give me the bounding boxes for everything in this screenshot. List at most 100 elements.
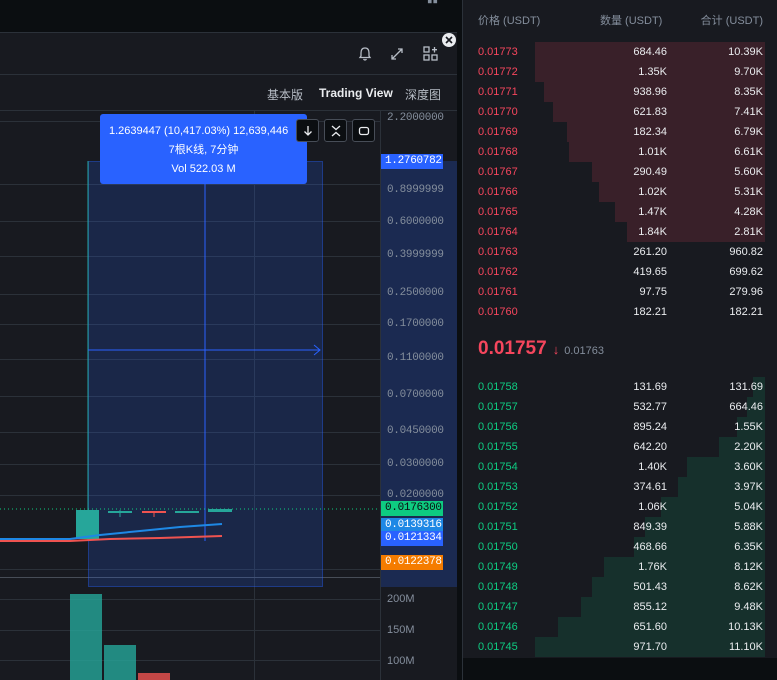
bid-total: 5.88K xyxy=(734,521,763,533)
ask-row[interactable]: 0.01771 938.96 8.35K xyxy=(463,82,777,102)
more-icon[interactable]: ▮▮ xyxy=(427,0,441,5)
ask-qty: 419.65 xyxy=(633,266,667,278)
price-tick: 0.3999999 xyxy=(387,249,444,261)
bid-total: 8.62K xyxy=(734,581,763,593)
ask-total: 6.79K xyxy=(734,126,763,138)
bid-row[interactable]: 0.01748 501.43 8.62K xyxy=(463,577,777,597)
bid-row[interactable]: 0.01750 468.66 6.35K xyxy=(463,537,777,557)
bid-row[interactable]: 0.01757 532.77 664.46 xyxy=(463,397,777,417)
bid-row[interactable]: 0.01751 849.39 5.88K xyxy=(463,517,777,537)
tab-depth-chart[interactable]: 深度图 xyxy=(405,86,441,103)
bid-qty: 971.70 xyxy=(633,641,667,653)
add-widget-icon[interactable] xyxy=(420,43,442,65)
bid-total: 10.13K xyxy=(728,621,763,633)
last-price-display[interactable]: 0.01757 ↓ 0.01763 xyxy=(478,338,604,364)
ask-row[interactable]: 0.01762 419.65 699.62 xyxy=(463,262,777,282)
ask-qty: 1.84K xyxy=(638,226,667,238)
bid-price: 0.01746 xyxy=(478,621,518,633)
candle xyxy=(175,511,199,513)
ask-total: 699.62 xyxy=(729,266,763,278)
close-icon[interactable] xyxy=(442,33,456,47)
bid-qty: 501.43 xyxy=(633,581,667,593)
bid-row[interactable]: 0.01749 1.76K 8.12K xyxy=(463,557,777,577)
volume-tick: 100M xyxy=(387,655,415,667)
volume-bar xyxy=(138,673,170,680)
bid-qty: 855.12 xyxy=(633,601,667,613)
auto-scale-button[interactable] xyxy=(324,119,347,142)
ask-row[interactable]: 0.01772 1.35K 9.70K xyxy=(463,62,777,82)
ask-row[interactable]: 0.01761 97.75 279.96 xyxy=(463,282,777,302)
bid-row[interactable]: 0.01758 131.69 131.69 xyxy=(463,377,777,397)
volume-bar xyxy=(70,594,102,680)
header-qty: 数量 (USDT) xyxy=(600,15,663,27)
ask-row[interactable]: 0.01764 1.84K 2.81K xyxy=(463,222,777,242)
chart-overlay-svg xyxy=(0,161,380,680)
ask-price: 0.01771 xyxy=(478,86,518,98)
reset-chart-button[interactable] xyxy=(352,119,375,142)
ask-row[interactable]: 0.01773 684.46 10.39K xyxy=(463,42,777,62)
ask-row[interactable]: 0.01769 182.34 6.79K xyxy=(463,122,777,142)
ask-row[interactable]: 0.01768 1.01K 6.61K xyxy=(463,142,777,162)
bid-qty: 895.24 xyxy=(633,421,667,433)
bid-price: 0.01747 xyxy=(478,601,518,613)
bid-qty: 374.61 xyxy=(633,481,667,493)
bid-qty: 651.60 xyxy=(633,621,667,633)
ask-row[interactable]: 0.01763 261.20 960.82 xyxy=(463,242,777,262)
ask-total: 4.28K xyxy=(734,206,763,218)
ask-row[interactable]: 0.01767 290.49 5.60K xyxy=(463,162,777,182)
ma3-price-tag: 0.0122378 xyxy=(381,555,443,570)
scroll-down-button[interactable] xyxy=(296,119,319,142)
ask-total: 6.61K xyxy=(734,146,763,158)
ask-qty: 1.35K xyxy=(638,66,667,78)
bid-total: 6.35K xyxy=(734,541,763,553)
ask-qty: 938.96 xyxy=(633,86,667,98)
ask-total: 5.31K xyxy=(734,186,763,198)
volume-tick: 150M xyxy=(387,624,415,636)
bid-qty: 642.20 xyxy=(633,441,667,453)
ask-row[interactable]: 0.01765 1.47K 4.28K xyxy=(463,202,777,222)
last-price: 0.01757 xyxy=(478,338,547,359)
bid-qty: 849.39 xyxy=(633,521,667,533)
bid-price: 0.01758 xyxy=(478,381,518,393)
bid-row[interactable]: 0.01745 971.70 11.10K xyxy=(463,637,777,657)
price-tick: 2.2000000 xyxy=(387,112,444,124)
price-tick: 0.1100000 xyxy=(387,352,444,364)
bid-row[interactable]: 0.01756 895.24 1.55K xyxy=(463,417,777,437)
bid-price: 0.01755 xyxy=(478,441,518,453)
expand-icon[interactable] xyxy=(386,43,408,65)
candlestick-plot[interactable]: 1.2639447 (10,417.03%) 12,639,446 7根K线, … xyxy=(0,110,457,680)
bid-qty: 468.66 xyxy=(633,541,667,553)
ask-price: 0.01765 xyxy=(478,206,518,218)
ask-row[interactable]: 0.01760 182.21 182.21 xyxy=(463,302,777,322)
candle xyxy=(108,511,132,513)
bid-total: 2.20K xyxy=(734,441,763,453)
ask-qty: 261.20 xyxy=(633,246,667,258)
tab-basic[interactable]: 基本版 xyxy=(267,86,303,103)
bell-icon[interactable] xyxy=(354,43,376,65)
bid-total: 1.55K xyxy=(734,421,763,433)
bid-row[interactable]: 0.01746 651.60 10.13K xyxy=(463,617,777,637)
ask-price: 0.01761 xyxy=(478,286,518,298)
ask-row[interactable]: 0.01766 1.02K 5.31K xyxy=(463,182,777,202)
bid-total: 9.48K xyxy=(734,601,763,613)
order-book: 价格 (USDT) 数量 (USDT) 合计 (USDT) 0.01773 684… xyxy=(462,0,777,680)
candle xyxy=(208,509,232,512)
reference-price: 0.01763 xyxy=(564,345,604,357)
ask-total: 7.41K xyxy=(734,106,763,118)
bid-total: 5.04K xyxy=(734,501,763,513)
bid-total: 8.12K xyxy=(734,561,763,573)
ask-price: 0.01760 xyxy=(478,306,518,318)
ask-row[interactable]: 0.01770 621.83 7.41K xyxy=(463,102,777,122)
last-price-tag: 0.0176300 xyxy=(381,501,443,516)
bid-row[interactable]: 0.01753 374.61 3.97K xyxy=(463,477,777,497)
ask-price: 0.01762 xyxy=(478,266,518,278)
bid-row[interactable]: 0.01747 855.12 9.48K xyxy=(463,597,777,617)
bid-row[interactable]: 0.01752 1.06K 5.04K xyxy=(463,497,777,517)
bid-row[interactable]: 0.01754 1.40K 3.60K xyxy=(463,457,777,477)
bid-price: 0.01748 xyxy=(478,581,518,593)
price-tick: 0.8999999 xyxy=(387,184,444,196)
bid-row[interactable]: 0.01755 642.20 2.20K xyxy=(463,437,777,457)
tooltip-change: 1.2639447 (10,417.03%) 12,639,446 xyxy=(109,125,289,137)
tab-trading-view[interactable]: Trading View xyxy=(319,86,393,100)
order-book-header: 价格 (USDT) 数量 (USDT) 合计 (USDT) xyxy=(463,10,777,30)
